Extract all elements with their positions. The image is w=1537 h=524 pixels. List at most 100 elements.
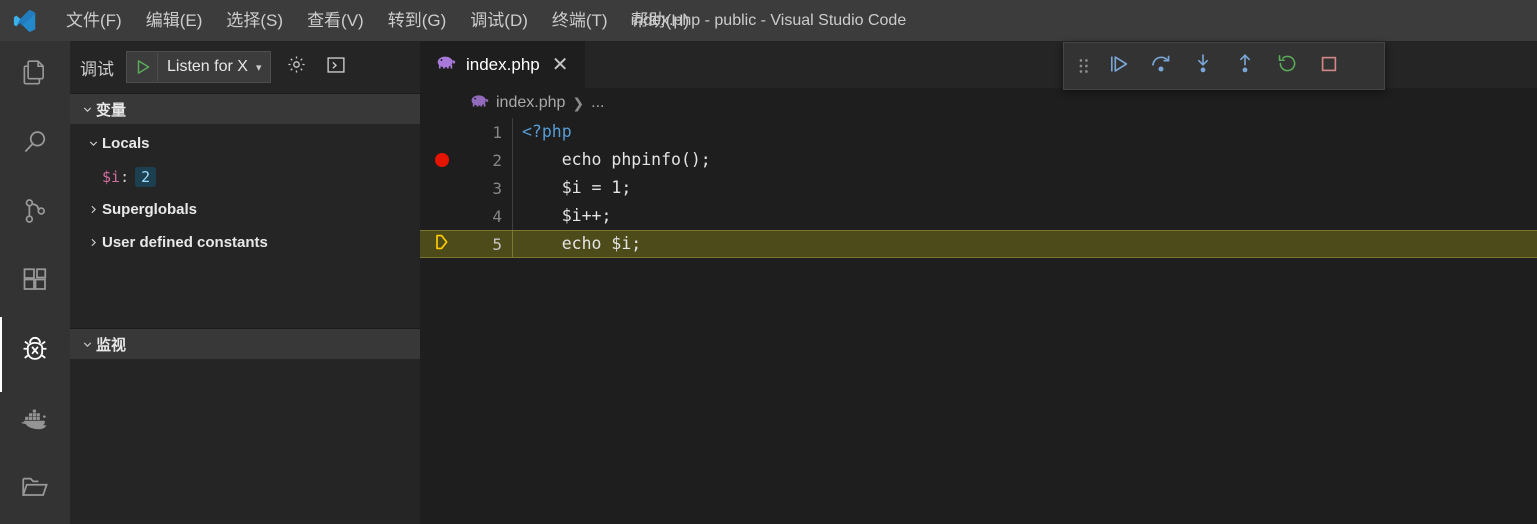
activitybar-item-debug[interactable] xyxy=(0,317,70,392)
gear-icon xyxy=(286,54,307,80)
activitybar-item-extensions[interactable] xyxy=(0,248,70,317)
code-line-2[interactable]: 2 echo phpinfo(); xyxy=(420,146,1537,174)
menu-selection[interactable]: 选择(S) xyxy=(214,0,295,41)
debug-restart-button[interactable] xyxy=(1266,46,1308,86)
restart-icon xyxy=(1276,52,1299,80)
activitybar-item-source-control[interactable] xyxy=(0,179,70,248)
debug-bug-icon xyxy=(19,333,51,370)
php-elephant-icon xyxy=(470,93,489,113)
search-icon xyxy=(20,127,50,162)
extensions-icon xyxy=(20,265,50,300)
drag-handle-icon[interactable] xyxy=(1070,46,1098,86)
menu-help[interactable]: 帮助(H) xyxy=(620,0,702,41)
line-content: echo $i; xyxy=(512,230,1537,258)
debug-step-arrow-icon xyxy=(432,232,452,256)
php-elephant-icon xyxy=(436,54,456,75)
tree-item-user-defined-constants[interactable]: User defined constants xyxy=(70,226,420,259)
debug-step-into-button[interactable] xyxy=(1182,46,1224,86)
chevron-right-icon: ❯ xyxy=(572,94,585,111)
code-line-5[interactable]: 5 echo $i; xyxy=(420,230,1537,258)
editor-tab-index-php[interactable]: index.php ✕ xyxy=(420,41,586,88)
menu-debug[interactable]: 调试(D) xyxy=(458,0,540,41)
menu-go[interactable]: 转到(G) xyxy=(376,0,459,41)
debug-step-out-button[interactable] xyxy=(1224,46,1266,86)
tree-item-superglobals[interactable]: Superglobals xyxy=(70,193,420,226)
debug-config-name[interactable]: Listen for X xyxy=(158,52,256,82)
debug-stop-button[interactable] xyxy=(1308,46,1350,86)
debug-settings-button[interactable] xyxy=(281,52,311,82)
folder-icon xyxy=(20,474,50,505)
stop-icon xyxy=(1318,53,1340,80)
step-into-icon xyxy=(1191,52,1215,81)
chevron-down-icon xyxy=(78,103,96,116)
variables-tree: Locals $i : 2 Superglobals User defined … xyxy=(70,124,420,259)
editor-area: index.php ✕ index.php ❯ ... 1 <?php 2 ec… xyxy=(420,41,1537,524)
source-control-icon xyxy=(20,196,50,231)
line-number: 5 xyxy=(492,234,502,254)
variable-colon: : xyxy=(120,167,130,186)
code-line-3[interactable]: 3 $i = 1; xyxy=(420,174,1537,202)
chevron-down-icon[interactable]: ▾ xyxy=(256,61,269,74)
variable-name: $i xyxy=(102,167,121,186)
line-number: 4 xyxy=(492,206,502,226)
chevron-down-icon xyxy=(84,137,102,150)
debug-continue-button[interactable] xyxy=(1098,46,1140,86)
files-explorer-icon xyxy=(20,58,50,93)
variables-section: 变量 Locals $i : 2 Superglobals User defin… xyxy=(70,93,420,259)
activitybar-item-docker[interactable] xyxy=(0,386,70,455)
chevron-right-icon xyxy=(84,203,102,216)
line-number: 1 xyxy=(492,122,502,142)
watch-expressions-list[interactable] xyxy=(70,359,420,379)
line-content: echo phpinfo(); xyxy=(512,146,1537,174)
activitybar-item-search[interactable] xyxy=(0,110,70,179)
breakpoint-glyph[interactable] xyxy=(420,153,464,167)
open-debug-console-icon xyxy=(325,54,347,81)
tree-item-label: User defined constants xyxy=(102,234,268,251)
breadcrumb-more[interactable]: ... xyxy=(591,94,604,112)
debug-view-header: 调试 Listen for X ▾ xyxy=(70,41,420,93)
activitybar-item-folder[interactable] xyxy=(0,455,70,524)
variable-row-i[interactable]: $i : 2 xyxy=(70,160,420,193)
breadcrumb-file[interactable]: index.php xyxy=(496,94,565,112)
continue-icon xyxy=(1107,52,1131,81)
variables-section-title: 变量 xyxy=(96,101,127,119)
code-editor[interactable]: 1 <?php 2 echo phpinfo(); 3 $i = 1; 4 $i xyxy=(420,118,1537,524)
menu-bar: 文件(F) 编辑(E) 选择(S) 查看(V) 转到(G) 调试(D) 终端(T… xyxy=(54,0,701,41)
activitybar-item-explorer[interactable] xyxy=(0,41,70,110)
debug-step-over-button[interactable] xyxy=(1140,46,1182,86)
open-debug-console-button[interactable] xyxy=(321,52,351,82)
step-out-icon xyxy=(1233,52,1257,81)
line-content: $i = 1; xyxy=(512,174,1537,202)
line-content: $i++; xyxy=(512,202,1537,230)
close-icon[interactable]: ✕ xyxy=(550,55,571,75)
chevron-right-icon xyxy=(84,236,102,249)
green-play-icon[interactable] xyxy=(129,53,157,81)
menu-terminal[interactable]: 终端(T) xyxy=(540,0,620,41)
tree-item-locals[interactable]: Locals xyxy=(70,127,420,160)
vscode-window: 文件(F) 编辑(E) 选择(S) 查看(V) 转到(G) 调试(D) 终端(T… xyxy=(0,0,1537,524)
breadcrumb: index.php ❯ ... xyxy=(420,88,1537,118)
menu-file[interactable]: 文件(F) xyxy=(54,0,134,41)
breakpoint-icon xyxy=(435,153,449,167)
debug-current-line-glyph[interactable] xyxy=(420,232,464,256)
tree-item-label: Superglobals xyxy=(102,201,198,218)
watch-section: 监视 xyxy=(70,328,420,379)
activity-bar xyxy=(0,41,70,524)
debug-launch-config-selector[interactable]: Listen for X ▾ xyxy=(126,51,272,83)
step-over-icon xyxy=(1149,52,1173,81)
menu-edit[interactable]: 编辑(E) xyxy=(134,0,215,41)
watch-section-header[interactable]: 监视 xyxy=(70,329,420,359)
vscode-logo-icon xyxy=(0,0,48,41)
tree-item-label: Locals xyxy=(102,135,150,152)
code-line-4[interactable]: 4 $i++; xyxy=(420,202,1537,230)
variable-value[interactable]: 2 xyxy=(135,166,157,187)
debug-view-title: 调试 xyxy=(80,59,114,79)
line-number: 2 xyxy=(492,150,502,170)
line-content: <?php xyxy=(512,118,1537,146)
watch-section-title: 监视 xyxy=(96,336,127,354)
title-bar: 文件(F) 编辑(E) 选择(S) 查看(V) 转到(G) 调试(D) 终端(T… xyxy=(0,0,1537,41)
code-line-1[interactable]: 1 <?php xyxy=(420,118,1537,146)
editor-tab-label: index.php xyxy=(466,54,540,74)
variables-section-header[interactable]: 变量 xyxy=(70,94,420,124)
menu-view[interactable]: 查看(V) xyxy=(295,0,376,41)
